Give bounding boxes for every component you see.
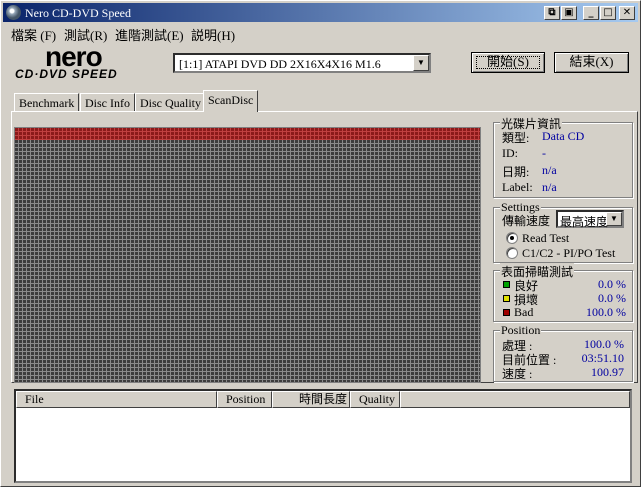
close-button[interactable]: ✕ [619, 6, 635, 20]
title-bar[interactable]: Nero CD-DVD Speed ⧉ ▣ _ □ ✕ [3, 3, 638, 22]
disc-type-value: Data CD [542, 129, 585, 143]
disc-label-label: Label: [502, 180, 533, 194]
column-duration[interactable]: 時間長度 [272, 391, 350, 408]
exit-button[interactable]: 結束(X) [554, 52, 629, 73]
position-title: Position [500, 323, 542, 338]
start-button-label: 開始(S) [487, 54, 529, 69]
bad-swatch-icon [503, 309, 510, 316]
bad-sectors-band [15, 128, 480, 140]
disc-type-label: 類型: [502, 131, 530, 145]
bad-label: Bad [514, 305, 534, 319]
disc-date-label: 日期: [502, 165, 530, 179]
window-menu-icon[interactable]: ▣ [561, 6, 577, 20]
menu-bar: 檔案 (F) 測試(R) 進階測試(E) 説明(H) [3, 23, 638, 44]
disc-id-value: - [542, 146, 546, 160]
disc-date-value: n/a [542, 163, 557, 177]
minimize-button[interactable]: _ [583, 6, 599, 20]
app-window: Nero CD-DVD Speed ⧉ ▣ _ □ ✕ 檔案 (F) 測試(R)… [0, 0, 641, 487]
tab-disc-quality[interactable]: Disc Quality [135, 93, 206, 111]
column-file[interactable]: File [16, 391, 217, 408]
disc-id-label: ID: [502, 146, 518, 160]
cd-dvd-speed-logo: CD·DVD SPEED [15, 67, 118, 81]
read-test-radio[interactable] [506, 232, 518, 244]
column-filler [400, 391, 630, 408]
tab-scandisc[interactable]: ScanDisc [203, 90, 259, 112]
speed-select[interactable]: 最高速度 ▼ [556, 210, 624, 229]
scan-grid [14, 127, 481, 383]
speed-label: 傳輸速度 [502, 214, 551, 228]
file-list[interactable]: File Position 時間長度 Quality [14, 389, 632, 483]
exit-button-label: 結束(X) [569, 54, 614, 69]
speed-readout-label: 速度 : [502, 367, 533, 381]
window-title: Nero CD-DVD Speed [25, 6, 131, 20]
column-quality[interactable]: Quality [350, 391, 400, 408]
current-position-value: 03:51.10 [581, 351, 624, 365]
menu-help[interactable]: 説明(H) [191, 25, 235, 44]
tab-benchmark[interactable]: Benchmark [14, 93, 80, 111]
speed-select-value: 最高速度 [560, 215, 609, 229]
good-value: 0.0 % [598, 277, 626, 291]
cd-app-icon [6, 5, 21, 20]
drive-select[interactable]: [1:1] ATAPI DVD DD 2X16X4X16 M1.6 ▼ [173, 53, 431, 73]
c1c2-test-label[interactable]: C1/C2 - PI/PO Test [522, 246, 615, 261]
good-swatch-icon [503, 281, 510, 288]
disc-info-group: 光碟片資訊 類型: Data CD ID: - 日期: n/a Label: n… [493, 115, 633, 198]
damaged-value: 0.0 % [598, 291, 626, 305]
drive-select-value: [1:1] ATAPI DVD DD 2X16X4X16 M1.6 [179, 57, 381, 71]
speed-readout-value: 100.97 [591, 365, 624, 379]
surface-scan-group: 表面掃瞄測試 良好 0.0 % 損壞 0.0 % Bad 100.0 % [493, 263, 633, 322]
maximize-button[interactable]: □ [600, 6, 616, 20]
damaged-swatch-icon [503, 295, 510, 302]
restore-panes-icon[interactable]: ⧉ [544, 6, 560, 20]
read-test-label[interactable]: Read Test [522, 231, 569, 246]
menu-advanced-test[interactable]: 進階測試(E) [115, 25, 184, 44]
processed-value: 100.0 % [584, 337, 624, 351]
c1c2-test-radio[interactable] [506, 247, 518, 259]
column-position[interactable]: Position [217, 391, 272, 408]
position-group: Position 處理 : 100.0 % 目前位置 : 03:51.10 速度… [493, 323, 633, 382]
chevron-down-icon[interactable]: ▼ [606, 212, 622, 226]
chevron-down-icon[interactable]: ▼ [413, 55, 429, 71]
bad-value: 100.0 % [586, 305, 626, 319]
settings-group: Settings 傳輸速度 最高速度 ▼ Read Test C1/C2 - P… [493, 200, 633, 263]
tab-disc-info[interactable]: Disc Info [80, 93, 135, 111]
start-button[interactable]: 開始(S) [471, 52, 545, 73]
disc-label-value: n/a [542, 180, 557, 194]
